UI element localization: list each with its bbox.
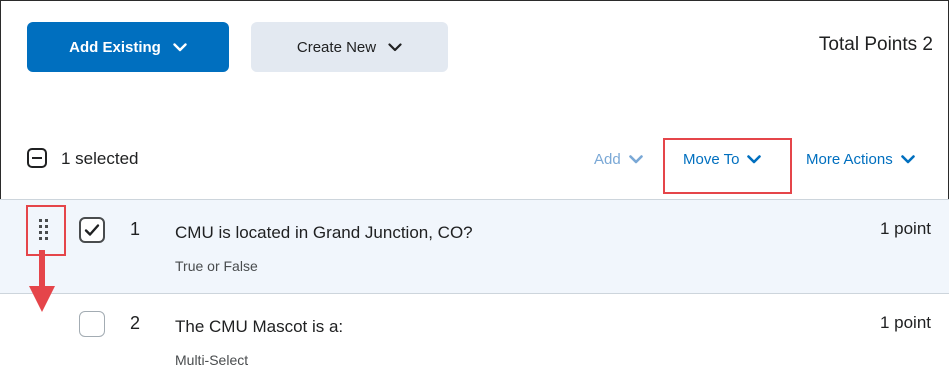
question-points: 1 point [879,313,931,332]
add-existing-label: Add Existing [69,38,161,56]
question-title[interactable]: CMU is located in Grand Junction, CO? [175,223,473,243]
arrow-down-icon [29,250,55,312]
question-points: 1 point [879,219,931,238]
question-checkbox[interactable] [79,311,105,337]
question-number: 1 [130,219,141,239]
question-row-2[interactable]: 2 The CMU Mascot is a: Multi-Select 1 po… [0,294,949,389]
more-actions-label: More Actions [806,151,893,168]
more-actions-button[interactable]: More Actions [806,151,915,168]
create-new-label: Create New [296,38,377,56]
question-type: True or False [175,258,258,274]
question-number: 2 [130,313,141,333]
selection-toolbar: 1 selected Add Move To More Actions [0,138,949,184]
question-checkbox[interactable] [79,217,105,243]
chevron-down-icon [900,155,915,164]
chevron-down-icon [388,42,402,52]
add-label: Add [594,151,621,168]
question-title[interactable]: The CMU Mascot is a: [175,317,343,337]
create-new-button[interactable]: Create New [251,22,448,72]
chevron-down-icon [628,155,643,164]
minus-icon [32,157,42,159]
add-menu-button[interactable]: Add [594,151,643,168]
checkmark-icon [84,224,100,236]
question-type: Multi-Select [175,352,249,368]
drag-handle-highlight [26,205,66,256]
question-row-1[interactable]: 1 CMU is located in Grand Junction, CO? … [0,199,949,294]
add-existing-button[interactable]: Add Existing [27,22,229,72]
select-all-checkbox[interactable] [27,148,47,168]
total-points: Total Points 2 [818,34,933,55]
selected-count: 1 selected [61,149,139,168]
move-to-highlight [663,138,792,194]
chevron-down-icon [173,42,187,52]
